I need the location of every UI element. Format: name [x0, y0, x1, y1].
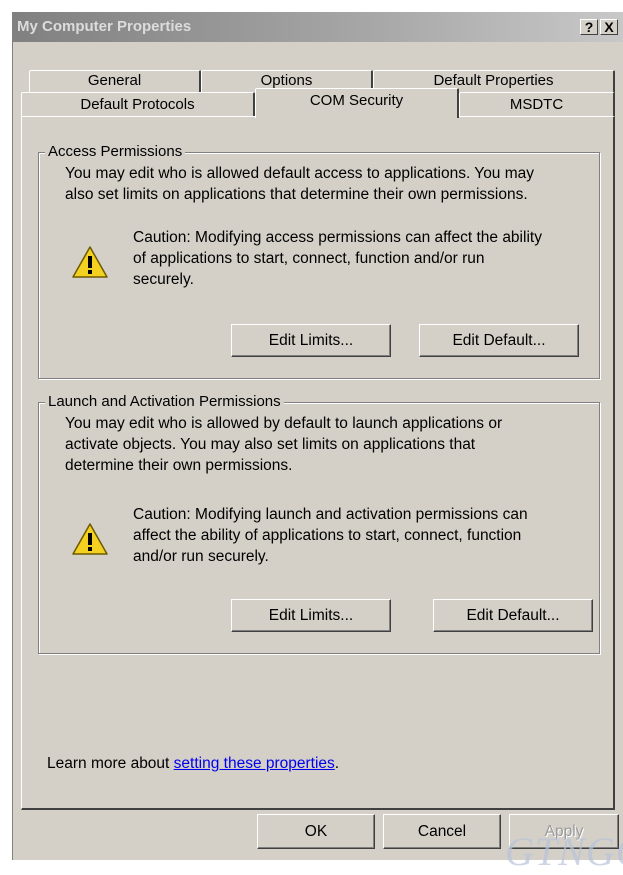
access-caution: Caution: Modifying access permissions ca…	[133, 227, 542, 290]
button-label: Edit Default...	[452, 332, 546, 349]
access-edit-default-button[interactable]: Edit Default...	[419, 324, 579, 357]
launch-caution-line: Caution: Modifying launch and activation…	[133, 506, 528, 523]
button-label: Edit Limits...	[268, 332, 354, 349]
launch-caution-line: and/or run securely.	[133, 548, 269, 565]
learn-more-text: Learn more about setting these propertie…	[47, 755, 339, 773]
com-security-panel: Access Permissions You may edit who is a…	[21, 116, 615, 810]
tab-general[interactable]: General	[29, 70, 201, 94]
button-label: Edit Default...	[466, 607, 560, 624]
help-button[interactable]: ?	[580, 19, 598, 35]
ok-button[interactable]: OK	[257, 814, 375, 849]
launch-activation-label: Launch and Activation Permissions	[45, 393, 284, 410]
launch-edit-limits-button[interactable]: Edit Limits...	[231, 599, 391, 632]
launch-description: You may edit who is allowed by default t…	[65, 413, 502, 476]
warning-icon	[72, 246, 108, 278]
launch-desc-line: activate objects. You may also set limit…	[65, 436, 476, 453]
tab-com-security[interactable]: COM Security	[255, 88, 459, 118]
launch-desc-line: You may edit who is allowed by default t…	[65, 415, 503, 432]
button-label: Edit Limits...	[268, 607, 354, 624]
access-desc-line: You may edit who is allowed default acce…	[65, 165, 535, 182]
launch-desc-line: determine their own permissions.	[65, 457, 293, 474]
launch-caution: Caution: Modifying launch and activation…	[133, 504, 528, 567]
access-caution-line: of applications to start, connect, funct…	[133, 250, 485, 267]
close-button[interactable]: X	[600, 19, 618, 35]
button-label: OK	[304, 823, 328, 840]
properties-window: My Computer Properties ? X General Optio…	[12, 12, 623, 860]
button-label: Cancel	[417, 823, 467, 840]
tab-default-protocols[interactable]: Default Protocols	[21, 92, 255, 117]
warning-icon	[72, 523, 108, 555]
access-caution-line: Caution: Modifying access permissions ca…	[133, 229, 542, 246]
title-bar[interactable]: My Computer Properties ? X	[13, 12, 623, 42]
watermark-logo: GTNGG	[505, 829, 623, 874]
cancel-button[interactable]: Cancel	[383, 814, 501, 849]
access-permissions-label: Access Permissions	[45, 143, 186, 160]
learn-more-prefix: Learn more about	[47, 755, 174, 772]
setting-properties-link[interactable]: setting these properties	[174, 755, 335, 772]
launch-caution-line: affect the ability of applications to st…	[133, 527, 522, 544]
tab-msdtc[interactable]: MSDTC	[459, 92, 615, 117]
launch-activation-group: Launch and Activation Permissions You ma…	[38, 393, 600, 654]
launch-edit-default-button[interactable]: Edit Default...	[433, 599, 593, 632]
access-caution-line: securely.	[133, 271, 194, 288]
access-edit-limits-button[interactable]: Edit Limits...	[231, 324, 391, 357]
access-desc-line: also set limits on applications that det…	[65, 186, 528, 203]
access-description: You may edit who is allowed default acce…	[65, 163, 534, 205]
window-title: My Computer Properties	[17, 18, 192, 35]
access-permissions-group: Access Permissions You may edit who is a…	[38, 143, 600, 379]
learn-more-suffix: .	[334, 755, 340, 772]
